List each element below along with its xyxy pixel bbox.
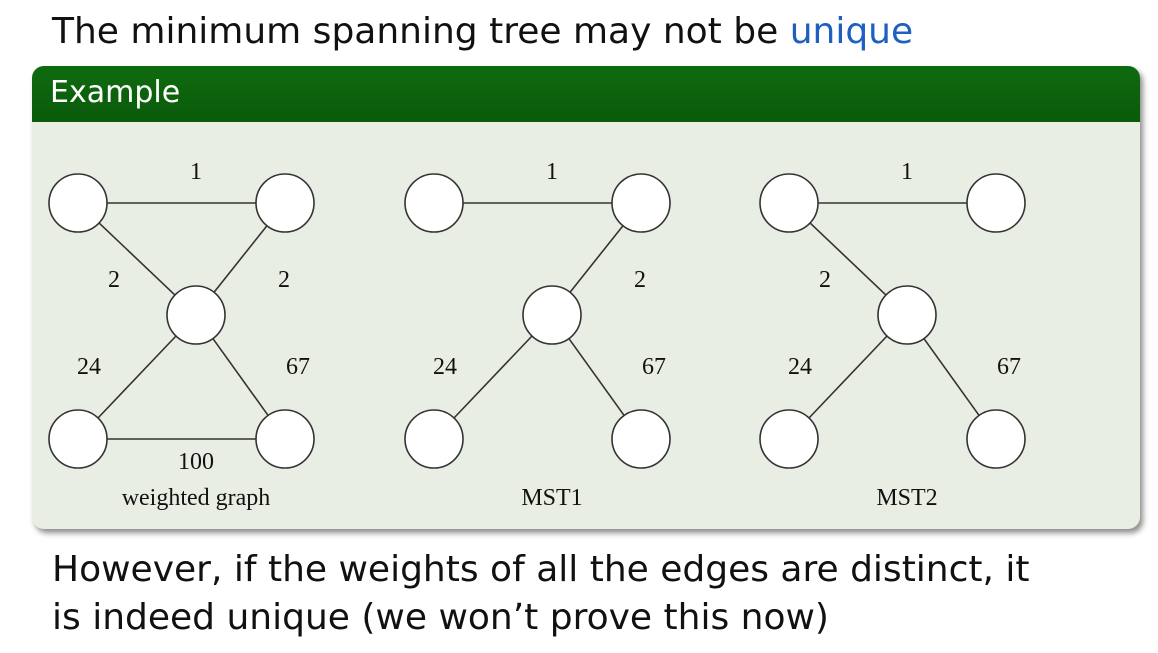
node-bottom-right [966,409,1026,469]
edge-center-bottom-right [923,338,980,416]
edge-weight-label: 100 [178,449,214,475]
edge-weight-label: 67 [286,354,310,380]
node-top-right [611,173,671,233]
edge-weight-label: 24 [433,354,457,380]
graph-caption: MST1 [521,485,582,511]
example-block: Example 1 2 2 24 67 100 weighted graph 1 2 24 67 MS… [32,66,1140,529]
node-center [166,285,226,345]
node-top-right [255,173,315,233]
edge-weight-label: 67 [642,354,666,380]
edge-center-bottom-left [453,335,533,419]
footer-line-1: However, if the weights of all the edges… [52,549,1030,590]
node-top-left [404,173,464,233]
node-bottom-left [759,409,819,469]
edge-weight-label: 24 [788,354,812,380]
footer-text: However, if the weights of all the edges… [52,546,1030,642]
node-center [877,285,937,345]
node-top-left [48,173,108,233]
edge-center-bottom-right [212,338,269,416]
node-bottom-left [48,409,108,469]
node-bottom-left [404,409,464,469]
edge-center-bottom-left [808,335,888,419]
edge-weight-label: 1 [546,159,558,185]
example-block-title: Example [32,66,1140,122]
edge-weight-label: 2 [634,267,646,293]
edge-weight-label: 1 [901,159,913,185]
node-top-right [966,173,1026,233]
mst-diagram: 1 2 2 24 67 100 weighted graph 1 2 24 67 MST1 1 2 24 67… [48,159,1026,511]
node-bottom-right [611,409,671,469]
graph-3: 1 2 24 67 MST2 [759,159,1026,511]
graph-caption: weighted graph [122,485,271,511]
edge-weight-label: 2 [108,267,120,293]
edge-weight-label: 1 [190,159,202,185]
graph-1: 1 2 2 24 67 100 weighted graph [48,159,315,511]
edge-center-bottom-right [568,338,625,416]
node-center [522,285,582,345]
edge-top-right-center [569,225,624,293]
footer-line-2: is indeed unique (we won’t prove this no… [52,597,829,638]
heading-emphasis: unique [789,11,914,52]
edge-weight-label: 24 [77,354,101,380]
heading-text: The minimum spanning tree may not be [52,11,790,52]
slide-heading: The minimum spanning tree may not be uni… [52,8,913,56]
edge-center-bottom-left [97,335,177,419]
node-top-left [759,173,819,233]
graph-2: 1 2 24 67 MST1 [404,159,671,511]
edge-weight-label: 67 [997,354,1021,380]
edge-top-right-center [213,225,268,293]
edge-weight-label: 2 [278,267,290,293]
edge-weight-label: 2 [819,267,831,293]
graph-caption: MST2 [876,485,937,511]
node-bottom-right [255,409,315,469]
